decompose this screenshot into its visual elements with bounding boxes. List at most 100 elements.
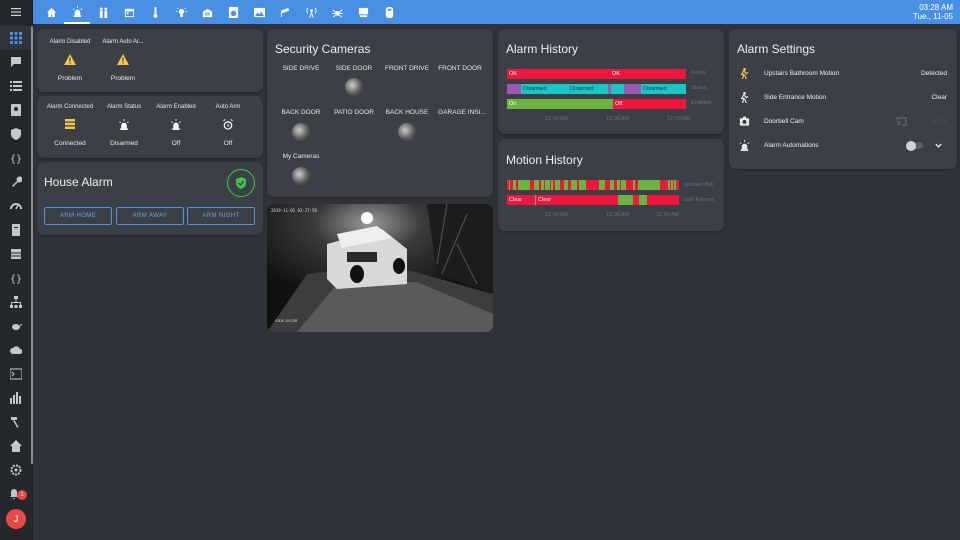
camera-thumbnail-back-house[interactable] — [398, 123, 416, 141]
chart-icon[interactable] — [0, 386, 31, 410]
axis-tick: 12:00 AM — [656, 212, 680, 218]
camera-feed-image — [267, 204, 493, 332]
glance-item-alarm-status[interactable]: Alarm Status Disarmed — [96, 94, 152, 156]
house-alarm-card: House Alarm ARM HOME ARM AWAY ARM NIGHT — [37, 162, 263, 235]
settings-row-side-entrance-motion[interactable]: Side Entrance Motion Clear — [729, 91, 959, 105]
glance-name: Alarm Disabled — [49, 39, 91, 45]
cctv-icon[interactable] — [272, 0, 298, 24]
server-icon — [65, 119, 75, 131]
code-braces-icon[interactable]: {} — [0, 146, 31, 170]
gauge-icon[interactable] — [0, 194, 31, 218]
calendar-icon[interactable] — [116, 0, 142, 24]
chevron-down-icon[interactable] — [934, 141, 943, 152]
sidebar-scrollbar[interactable] — [31, 26, 33, 464]
glance-item-alarm-disabled[interactable]: Alarm Disabled Problem — [43, 29, 97, 92]
cloud-icon[interactable] — [0, 338, 31, 362]
camera-label-my-cameras[interactable]: My Cameras — [275, 153, 327, 160]
camera-thumbnail-my-cameras[interactable] — [292, 167, 310, 185]
timeline-segment: OK — [610, 69, 686, 79]
garage-icon[interactable] — [194, 0, 220, 24]
axis-tick: 12:00 AM — [606, 116, 630, 122]
alarm-light-icon — [739, 140, 750, 153]
camera-label-patio-door[interactable]: PATIO DOOR — [328, 109, 380, 116]
photo-icon[interactable] — [246, 0, 272, 24]
table-icon[interactable] — [0, 242, 31, 266]
settings-row-name: Doorbell Cam — [764, 118, 804, 125]
arm-night-button[interactable]: ARM NIGHT — [187, 207, 255, 225]
spider-icon[interactable] — [324, 0, 350, 24]
washer-icon[interactable] — [220, 0, 246, 24]
glance-name: Alarm Enabled — [156, 104, 196, 110]
list-icon[interactable] — [0, 74, 31, 98]
camera-label-back-door[interactable]: BACK DOOR — [275, 109, 327, 116]
thermometer-icon[interactable] — [142, 0, 168, 24]
lightbulb-icon[interactable] — [168, 0, 194, 24]
settings-row-state: IDLE — [932, 118, 947, 125]
hammer-icon[interactable] — [0, 410, 31, 434]
toggle-knob — [906, 140, 916, 151]
svg-text:{}: {} — [10, 274, 22, 284]
broadcast-icon[interactable] — [298, 0, 324, 24]
timeline-segment: Disarmed — [568, 84, 608, 94]
camera-label-side-drive[interactable]: SIDE DRIVE — [275, 65, 327, 72]
alarm-light-icon[interactable] — [64, 0, 90, 24]
security-cameras-card: Security Cameras SIDE DRIVE SIDE DOOR FR… — [267, 29, 493, 197]
settings-row-upstairs-motion[interactable]: Upstairs Bathroom Motion Detected — [729, 67, 959, 81]
card-title: Security Cameras — [275, 42, 371, 56]
camera-thumbnail-side-door[interactable] — [345, 78, 363, 96]
glance-state: Problem — [57, 75, 83, 82]
teapot-icon[interactable] — [0, 314, 31, 338]
address-book-icon[interactable] — [0, 98, 31, 122]
monitor-icon[interactable] — [350, 0, 376, 24]
camera-feed[interactable]: 2019-11-05 03:27:58 SIDE DOOR — [267, 204, 493, 332]
svg-text:{}: {} — [10, 154, 22, 164]
people-icon[interactable] — [90, 0, 116, 24]
timeline-segment — [507, 84, 521, 94]
timeline-segment — [624, 84, 641, 94]
sidebar: {} {} 1 J — [0, 0, 33, 540]
arm-away-button[interactable]: ARM AWAY — [116, 207, 184, 225]
home-icon[interactable] — [38, 0, 64, 24]
avatar[interactable]: J — [6, 509, 26, 529]
robot-vacuum-icon[interactable] — [376, 0, 402, 24]
glance-name: Auto Arm — [215, 104, 241, 110]
camera-label-side-door[interactable]: SIDE DOOR — [328, 65, 380, 72]
shield-icon[interactable] — [0, 122, 31, 146]
glance-item-alarm-connected[interactable]: Alarm Connected Connected — [42, 94, 98, 156]
alert-icon — [64, 54, 76, 67]
console-icon[interactable] — [0, 362, 31, 386]
settings-row-name: Alarm Automations — [764, 142, 819, 149]
settings-row-alarm-automations[interactable]: Alarm Automations — [729, 139, 959, 153]
glance-item-alarm-enabled[interactable]: Alarm Enabled Off — [148, 94, 204, 156]
notification-badge: 1 — [17, 490, 27, 500]
grid-icon[interactable] — [0, 26, 31, 50]
settings-row-doorbell-cam[interactable]: Doorbell Cam IDLE — [729, 115, 959, 129]
card-title: Motion History — [506, 153, 583, 167]
wrench-icon[interactable] — [0, 170, 31, 194]
clock: 03:28 AM Tue., 11-05 — [913, 3, 953, 21]
camera-label-back-house[interactable]: BACK HOUSE — [380, 109, 434, 116]
motion-segment — [618, 195, 633, 205]
glance-item-auto-arm[interactable]: Auto Arm Off — [200, 94, 256, 156]
timeline-segment — [611, 84, 624, 94]
menu-icon[interactable] — [0, 0, 32, 24]
alarm-state-indicator[interactable] — [227, 169, 255, 197]
camera-label-front-drive[interactable]: FRONT DRIVE — [380, 65, 434, 72]
cast-icon[interactable] — [896, 117, 907, 128]
code-braces-icon[interactable]: {} — [0, 266, 31, 290]
settings-row-name: Upstairs Bathroom Motion — [764, 70, 840, 77]
network-icon[interactable] — [0, 290, 31, 314]
message-icon[interactable] — [0, 50, 31, 74]
glance-item-alarm-auto-arm[interactable]: Alarm Auto Ar... Problem — [96, 29, 150, 92]
camera-label-garage-inside[interactable]: GARAGE INSI... — [433, 109, 491, 116]
automations-toggle[interactable] — [906, 140, 923, 151]
axis-tick: 12:00 AM — [545, 116, 569, 122]
camera-label-front-door[interactable]: FRONT DOOR — [433, 65, 487, 72]
book-icon[interactable] — [0, 218, 31, 242]
arm-home-button[interactable]: ARM HOME — [44, 207, 112, 225]
alarm-settings-card: Alarm Settings Upstairs Bathroom Motion … — [729, 29, 957, 169]
settings-row-state: Clear — [931, 94, 947, 101]
home-assistant-icon[interactable] — [0, 434, 31, 458]
cog-icon[interactable] — [0, 458, 31, 482]
camera-thumbnail-back-door[interactable] — [292, 123, 310, 141]
